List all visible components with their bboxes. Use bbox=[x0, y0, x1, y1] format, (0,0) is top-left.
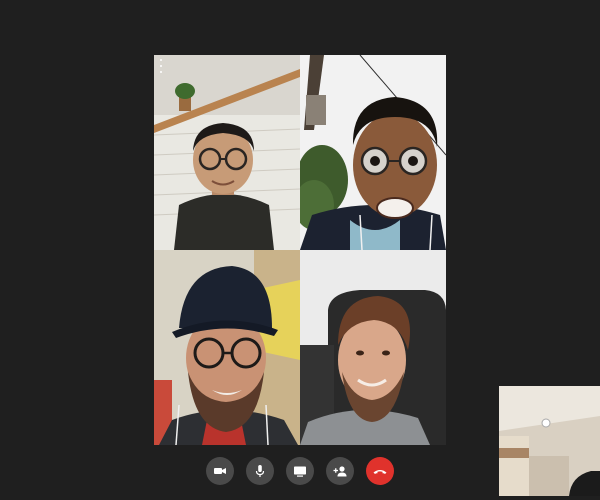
participant-video-1 bbox=[154, 55, 300, 250]
add-person-icon bbox=[333, 466, 347, 477]
video-call-window bbox=[0, 0, 600, 500]
screen-share-button[interactable] bbox=[286, 457, 314, 485]
more-options-icon[interactable] bbox=[158, 59, 164, 73]
participant-video-4 bbox=[300, 250, 446, 445]
call-controls bbox=[0, 457, 600, 487]
microphone-toggle-button[interactable] bbox=[246, 457, 274, 485]
camera-toggle-button[interactable] bbox=[206, 457, 234, 485]
participant-video-tile-2[interactable] bbox=[300, 55, 446, 250]
microphone-icon bbox=[255, 465, 265, 477]
participant-video-tile-3[interactable] bbox=[154, 250, 300, 445]
participant-video-2 bbox=[300, 55, 446, 250]
participant-video-tile-1[interactable] bbox=[154, 55, 300, 250]
end-call-button[interactable] bbox=[366, 457, 394, 485]
participant-video-tile-4[interactable] bbox=[300, 250, 446, 445]
participant-grid bbox=[154, 55, 446, 445]
participant-video-3 bbox=[154, 250, 300, 445]
hang-up-icon bbox=[373, 470, 387, 474]
video-camera-icon bbox=[214, 468, 226, 474]
screen-share-icon bbox=[294, 466, 306, 477]
add-participant-button[interactable] bbox=[326, 457, 354, 485]
